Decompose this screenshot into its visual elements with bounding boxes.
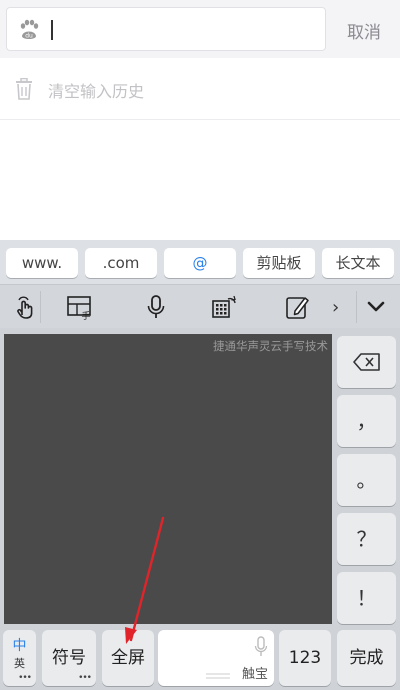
more-dots: ••• bbox=[18, 673, 32, 683]
cancel-button[interactable]: 取消 bbox=[336, 18, 392, 43]
shortcut-com-key[interactable]: .com bbox=[85, 248, 157, 278]
layout-handwriting-icon[interactable]: 手 bbox=[66, 293, 94, 321]
shortcut-clipboard-key[interactable]: 剪贴板 bbox=[243, 248, 315, 278]
space-key-label: 触宝 bbox=[241, 667, 268, 682]
language-switch-key[interactable]: 中 英 ••• bbox=[3, 630, 36, 686]
baidu-paw-icon: du bbox=[20, 19, 39, 40]
fullscreen-key[interactable]: 全屏 bbox=[102, 630, 154, 686]
numbers-key[interactable]: 123 bbox=[279, 630, 331, 686]
language-english-label: 英 bbox=[14, 657, 25, 670]
toolbar-divider bbox=[40, 291, 41, 323]
keyboard: www. .com @ 剪贴板 长文本 手 › 捷通华声灵云手写技术 ， 。 ？… bbox=[0, 240, 400, 690]
text-caret bbox=[51, 20, 53, 40]
symbols-key[interactable]: 符号 ••• bbox=[42, 630, 96, 686]
question-key[interactable]: ？ bbox=[337, 513, 396, 565]
svg-text:du: du bbox=[25, 33, 33, 40]
shortcut-long-text-key[interactable]: 长文本 bbox=[322, 248, 394, 278]
search-input[interactable]: du bbox=[6, 7, 326, 51]
comma-key[interactable]: ， bbox=[337, 395, 396, 447]
keypad-switch-icon[interactable] bbox=[210, 293, 238, 321]
handwriting-watermark: 捷通华声灵云手写技术 bbox=[213, 339, 328, 353]
edit-pen-icon[interactable] bbox=[284, 293, 312, 321]
period-key[interactable]: 。 bbox=[337, 454, 396, 506]
clear-history-label: 清空输入历史 bbox=[48, 82, 145, 101]
keyboard-toolbar: 手 › bbox=[0, 284, 400, 328]
trash-icon bbox=[16, 78, 32, 100]
gesture-hand-icon[interactable] bbox=[12, 293, 40, 321]
chevron-right-icon[interactable]: › bbox=[332, 297, 339, 318]
microphone-icon[interactable] bbox=[142, 293, 170, 321]
shortcut-bar: www. .com @ 剪贴板 长文本 bbox=[0, 240, 400, 284]
backspace-key[interactable] bbox=[337, 336, 396, 388]
space-key[interactable]: 触宝 bbox=[158, 630, 274, 686]
toolbar-divider bbox=[356, 291, 357, 323]
done-key[interactable]: 完成 bbox=[337, 630, 396, 686]
microphone-icon bbox=[254, 636, 268, 656]
handwriting-pad[interactable]: 捷通华声灵云手写技术 bbox=[4, 334, 332, 624]
search-header: du 取消 bbox=[0, 0, 400, 58]
more-dots: ••• bbox=[78, 673, 92, 683]
language-chinese-label: 中 bbox=[12, 638, 27, 654]
clear-history-row[interactable]: 清空输入历史 bbox=[0, 58, 400, 120]
shortcut-www-key[interactable]: www. bbox=[6, 248, 78, 278]
symbols-label: 符号 bbox=[52, 648, 86, 668]
content-area bbox=[0, 120, 400, 240]
backspace-icon bbox=[352, 353, 380, 371]
space-bar-icon bbox=[206, 673, 230, 679]
svg-text:手: 手 bbox=[81, 310, 90, 321]
shortcut-at-key[interactable]: @ bbox=[164, 248, 236, 278]
collapse-keyboard-icon[interactable] bbox=[362, 293, 390, 321]
exclaim-key[interactable]: ！ bbox=[337, 572, 396, 624]
